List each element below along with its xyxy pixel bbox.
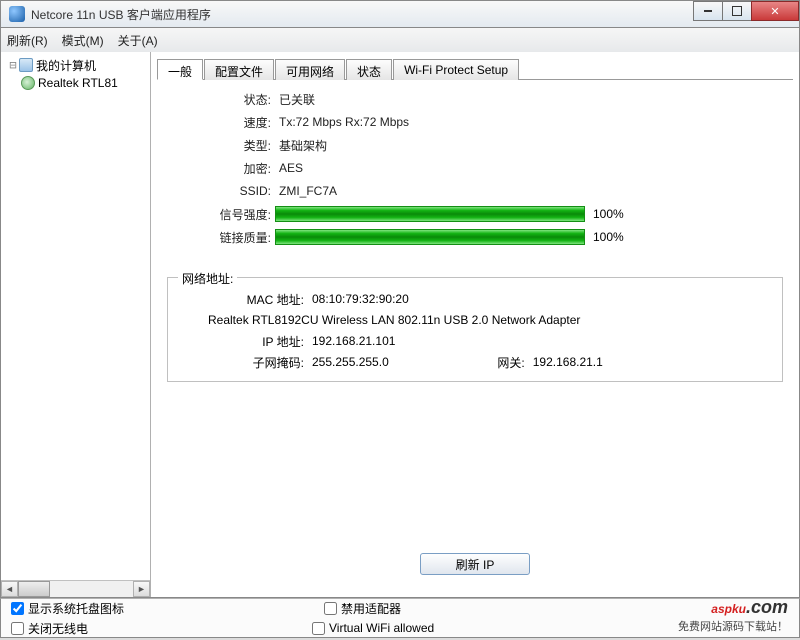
refresh-ip-button[interactable]: 刷新 IP <box>420 553 530 575</box>
label-ip: IP 地址: <box>178 333 308 350</box>
network-groupbox: 网络地址: MAC 地址: 08:10:79:32:90:20 Realtek … <box>167 277 783 382</box>
maximize-button[interactable] <box>722 1 752 21</box>
label-status: 状态: <box>167 91 275 108</box>
checkbox-disable-adapter[interactable]: 禁用适配器 <box>324 600 401 617</box>
tree-adapter-label: Realtek RTL81 <box>38 76 118 90</box>
value-ip: 192.168.21.101 <box>308 334 395 348</box>
label-gateway: 网关: <box>449 354 529 371</box>
tab-general[interactable]: 一般 <box>157 59 203 80</box>
content-panel: 一般 配置文件 可用网络 状态 Wi-Fi Protect Setup 状态: … <box>151 52 799 597</box>
checkbox-tray[interactable]: 显示系统托盘图标 <box>11 600 124 617</box>
label-ssid: SSID: <box>167 184 275 198</box>
checkbox-vwifi-input[interactable] <box>312 622 325 635</box>
label-mac: MAC 地址: <box>178 291 308 308</box>
value-type: 基础架构 <box>275 137 327 154</box>
watermark-dotcom: .com <box>746 597 788 617</box>
checkbox-tray-input[interactable] <box>11 602 24 615</box>
tab-wps[interactable]: Wi-Fi Protect Setup <box>393 59 519 80</box>
scroll-right-icon[interactable]: ► <box>133 581 150 597</box>
tab-status[interactable]: 状态 <box>346 59 392 80</box>
watermark-brand: aspku <box>711 602 746 616</box>
label-encrypt: 加密: <box>167 160 275 177</box>
window-title: Netcore 11n USB 客户端应用程序 <box>31 6 211 23</box>
row-speed: 速度: Tx:72 Mbps Rx:72 Mbps <box>167 111 783 133</box>
value-gateway: 192.168.21.1 <box>529 355 603 369</box>
signal-pct: 100% <box>593 207 653 221</box>
checkbox-virtual-wifi[interactable]: Virtual WiFi allowed <box>312 620 434 637</box>
menu-refresh[interactable]: 刷新(R) <box>7 32 48 49</box>
tree-adapter-row[interactable]: Realtek RTL81 <box>3 74 148 92</box>
row-signal: 信号强度: 100% <box>167 203 783 225</box>
tree-root-row[interactable]: ⊟ 我的计算机 <box>3 56 148 74</box>
value-encrypt: AES <box>275 161 303 175</box>
app-icon <box>9 6 25 22</box>
tree-collapse-icon[interactable]: ⊟ <box>7 58 19 72</box>
menu-about[interactable]: 关于(A) <box>118 32 158 49</box>
row-type: 类型: 基础架构 <box>167 134 783 156</box>
signal-bar <box>275 206 585 222</box>
label-mask: 子网掩码: <box>178 354 308 371</box>
tab-strip: 一般 配置文件 可用网络 状态 Wi-Fi Protect Setup <box>157 58 793 80</box>
tree-root-label: 我的计算机 <box>36 57 96 74</box>
tab-available[interactable]: 可用网络 <box>275 59 345 80</box>
row-encrypt: 加密: AES <box>167 157 783 179</box>
row-ssid: SSID: ZMI_FC7A <box>167 180 783 202</box>
watermark: aspku.com 免费网站源码下载站！ <box>678 590 788 634</box>
sidebar: ⊟ 我的计算机 Realtek RTL81 ◄ ► <box>1 52 151 597</box>
row-mask-gw: 子网掩码: 255.255.255.0 网关: 192.168.21.1 <box>178 352 772 372</box>
value-mask: 255.255.255.0 <box>308 355 389 369</box>
device-tree: ⊟ 我的计算机 Realtek RTL81 <box>1 52 150 96</box>
scroll-thumb[interactable] <box>18 581 50 597</box>
watermark-slogan: 免费网站源码下载站！ <box>678 618 788 634</box>
checkbox-radio-label: 关闭无线电 <box>28 620 88 637</box>
adapter-name: Realtek RTL8192CU Wireless LAN 802.11n U… <box>178 310 772 330</box>
window-buttons <box>694 1 799 21</box>
sidebar-scrollbar[interactable]: ◄ ► <box>1 580 150 597</box>
label-signal: 信号强度: <box>167 206 275 223</box>
value-speed: Tx:72 Mbps Rx:72 Mbps <box>275 115 409 129</box>
groupbox-legend: 网络地址: <box>178 270 237 287</box>
row-link: 链接质量: 100% <box>167 226 783 248</box>
value-mac: 08:10:79:32:90:20 <box>308 292 409 306</box>
checkbox-disable-input[interactable] <box>324 602 337 615</box>
checkbox-radio-off[interactable]: 关闭无线电 <box>11 620 88 637</box>
menu-bar: 刷新(R) 模式(M) 关于(A) <box>0 28 800 52</box>
row-mac: MAC 地址: 08:10:79:32:90:20 <box>178 289 772 309</box>
link-pct: 100% <box>593 230 653 244</box>
label-link: 链接质量: <box>167 229 275 246</box>
link-bar <box>275 229 585 245</box>
checkbox-radio-input[interactable] <box>11 622 24 635</box>
tab-profile[interactable]: 配置文件 <box>204 59 274 80</box>
value-status: 已关联 <box>275 91 315 108</box>
title-bar: Netcore 11n USB 客户端应用程序 <box>0 0 800 28</box>
row-status: 状态: 已关联 <box>167 88 783 110</box>
computer-icon <box>19 58 33 72</box>
label-speed: 速度: <box>167 114 275 131</box>
menu-mode[interactable]: 模式(M) <box>62 32 104 49</box>
minimize-button[interactable] <box>693 1 723 21</box>
refresh-row: 刷新 IP <box>167 553 783 581</box>
checkbox-vwifi-label: Virtual WiFi allowed <box>329 621 434 635</box>
checkbox-tray-label: 显示系统托盘图标 <box>28 600 124 617</box>
close-button[interactable] <box>751 1 799 21</box>
checkbox-disable-label: 禁用适配器 <box>341 600 401 617</box>
scroll-left-icon[interactable]: ◄ <box>1 581 18 597</box>
label-type: 类型: <box>167 137 275 154</box>
main-area: ⊟ 我的计算机 Realtek RTL81 ◄ ► 一般 配置文件 可用网络 状… <box>0 52 800 598</box>
value-ssid: ZMI_FC7A <box>275 184 337 198</box>
general-panel: 状态: 已关联 速度: Tx:72 Mbps Rx:72 Mbps 类型: 基础… <box>157 82 793 591</box>
row-ip: IP 地址: 192.168.21.101 <box>178 331 772 351</box>
adapter-icon <box>21 76 35 90</box>
